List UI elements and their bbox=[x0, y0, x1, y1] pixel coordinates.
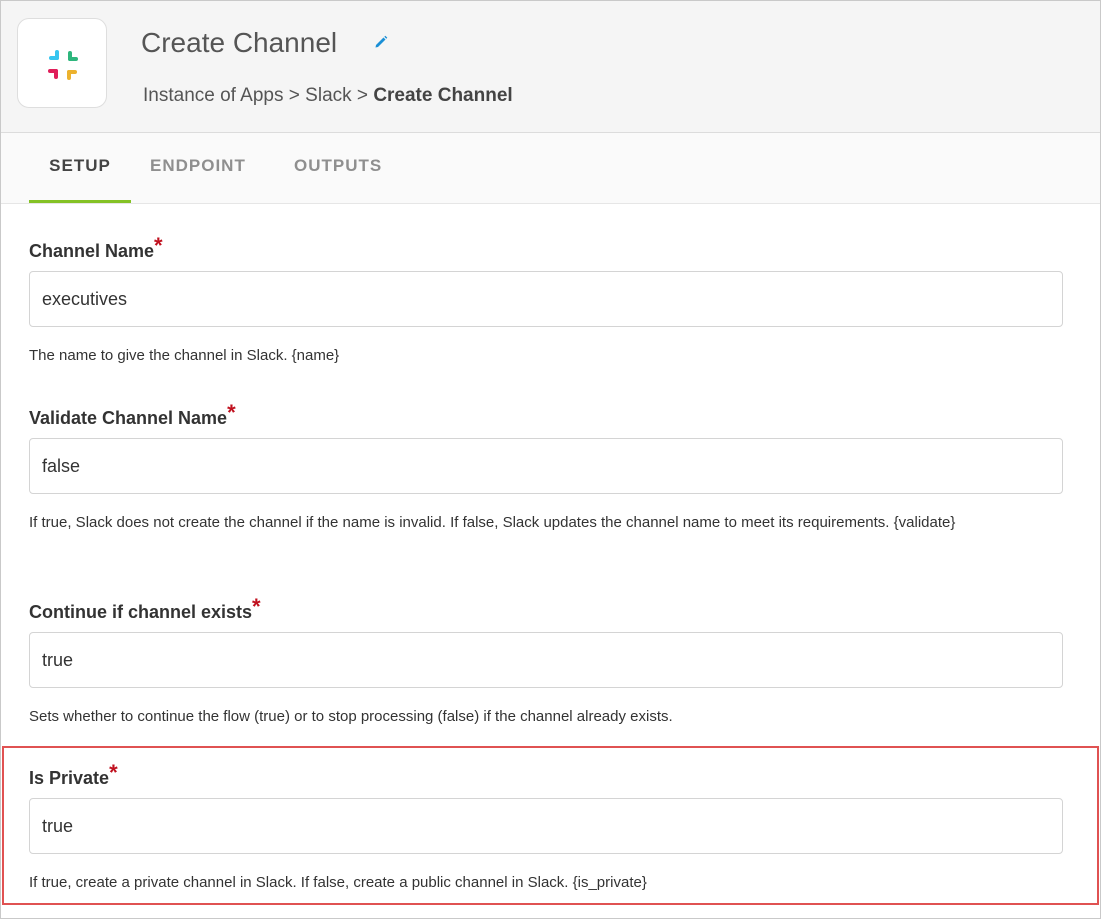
channel-name-label-text: Channel Name bbox=[29, 241, 155, 261]
continue-if-exists-label: Continue if channel exists* bbox=[29, 594, 261, 624]
channel-name-label: Channel Name* bbox=[29, 233, 163, 263]
breadcrumb-instance-of-apps[interactable]: Instance of Apps bbox=[143, 85, 284, 106]
continue-if-exists-help: Sets whether to continue the flow (true)… bbox=[29, 708, 673, 725]
pencil-icon[interactable] bbox=[374, 35, 388, 49]
breadcrumb-separator: > bbox=[288, 85, 300, 106]
validate-channel-name-input[interactable]: false bbox=[29, 438, 1063, 494]
validate-channel-name-help: If true, Slack does not create the chann… bbox=[29, 514, 956, 531]
tab-endpoint[interactable]: ENDPOINT bbox=[150, 133, 246, 203]
required-marker: * bbox=[252, 594, 261, 619]
required-marker: * bbox=[154, 233, 163, 258]
is-private-input[interactable]: true bbox=[29, 798, 1063, 854]
validate-channel-name-label: Validate Channel Name* bbox=[29, 400, 236, 430]
page-header: Create Channel Instance of Apps > Slack … bbox=[1, 1, 1100, 133]
tab-setup[interactable]: SETUP bbox=[29, 133, 131, 203]
is-private-help: If true, create a private channel in Sla… bbox=[29, 874, 647, 891]
tab-bar: SETUP ENDPOINT OUTPUTS bbox=[1, 133, 1100, 204]
channel-name-input[interactable]: executives bbox=[29, 271, 1063, 327]
app-tile bbox=[17, 18, 107, 108]
required-marker: * bbox=[227, 400, 236, 425]
breadcrumb: Instance of Apps > Slack > Create Channe… bbox=[143, 84, 513, 108]
slack-logo-icon bbox=[48, 50, 78, 80]
tab-outputs[interactable]: OUTPUTS bbox=[294, 133, 382, 203]
is-private-label-text: Is Private bbox=[29, 768, 110, 788]
validate-channel-name-label-text: Validate Channel Name bbox=[29, 408, 228, 428]
breadcrumb-slack[interactable]: Slack bbox=[305, 85, 351, 106]
continue-if-exists-input[interactable]: true bbox=[29, 632, 1063, 688]
breadcrumb-current: Create Channel bbox=[373, 85, 513, 106]
channel-name-help: The name to give the channel in Slack. {… bbox=[29, 347, 340, 364]
continue-if-exists-label-text: Continue if channel exists bbox=[29, 602, 253, 622]
create-channel-panel: Create Channel Instance of Apps > Slack … bbox=[0, 0, 1101, 919]
breadcrumb-separator: > bbox=[356, 85, 369, 106]
is-private-label: Is Private* bbox=[29, 760, 118, 790]
required-marker: * bbox=[109, 760, 118, 785]
page-title: Create Channel bbox=[141, 27, 338, 58]
